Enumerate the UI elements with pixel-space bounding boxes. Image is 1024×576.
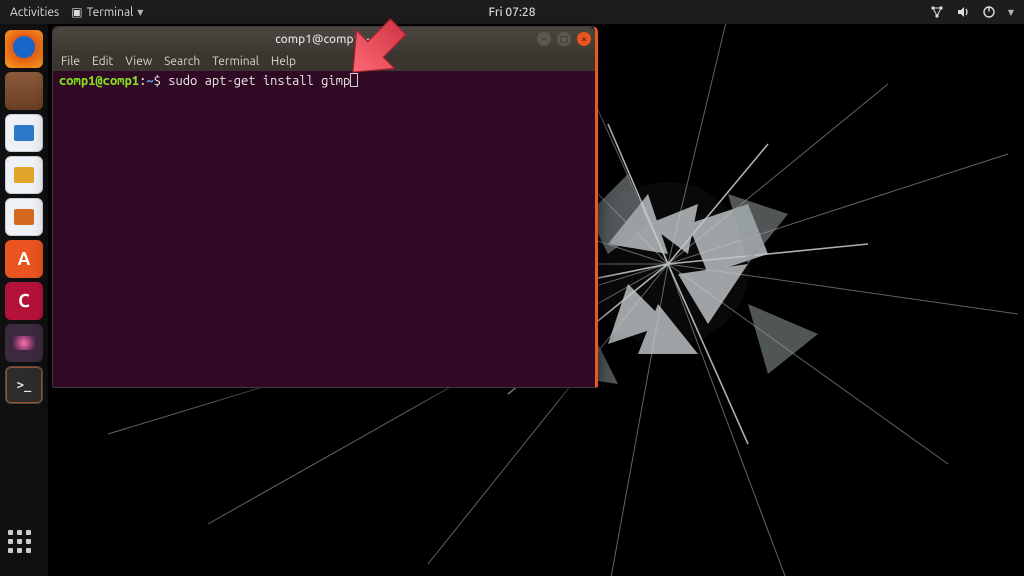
files-icon[interactable] [5,72,43,110]
chevron-down-icon[interactable]: ▼ [1008,8,1014,17]
terminal-indicator-icon: ▣ [71,5,82,19]
window-close-button[interactable]: × [577,32,591,46]
firefox-icon[interactable] [5,30,43,68]
video-icon[interactable] [5,324,43,362]
menu-search[interactable]: Search [164,55,200,68]
clock[interactable]: Fri 07:28 [489,6,536,19]
show-applications-button[interactable] [8,530,40,562]
menu-help[interactable]: Help [271,55,296,68]
software-icon[interactable] [5,240,43,278]
prompt-dollar: $ [154,74,169,88]
top-panel: Activities ▣ Terminal ▼ Fri 07:28 ▼ [0,0,1024,24]
text-cursor [350,73,358,87]
menu-view[interactable]: View [125,55,152,68]
app-menu[interactable]: ▣ Terminal ▼ [71,5,143,19]
terminal-body[interactable]: comp1@comp1:~$ sudo apt-get install gimp [53,71,595,387]
prompt-userhost: comp1@comp1 [59,74,139,88]
command-text: sudo apt-get install gimp [168,74,350,88]
c-app-icon[interactable]: C [5,282,43,320]
menu-edit[interactable]: Edit [92,55,113,68]
app-menu-label: Terminal [87,6,134,19]
prompt-path: ~ [146,74,153,88]
terminal-menubar: File Edit View Search Terminal Help [53,51,595,71]
network-icon[interactable] [930,5,944,19]
writer-icon[interactable] [5,114,43,152]
window-titlebar[interactable]: comp1@comp1: ~ – ▢ × [53,27,595,51]
power-icon[interactable] [982,5,996,19]
terminal-window: comp1@comp1: ~ – ▢ × File Edit View Sear… [52,26,598,388]
sound-icon[interactable] [956,5,970,19]
window-maximize-button[interactable]: ▢ [557,32,571,46]
window-minimize-button[interactable]: – [537,32,551,46]
window-title: comp1@comp1: ~ [275,33,373,46]
activities-button[interactable]: Activities [10,6,59,19]
impress-icon[interactable] [5,198,43,236]
menu-file[interactable]: File [61,55,80,68]
terminal-icon[interactable] [5,366,43,404]
dock: C [0,24,48,576]
chevron-down-icon: ▼ [137,8,143,17]
menu-terminal[interactable]: Terminal [212,55,259,68]
calc-icon[interactable] [5,156,43,194]
